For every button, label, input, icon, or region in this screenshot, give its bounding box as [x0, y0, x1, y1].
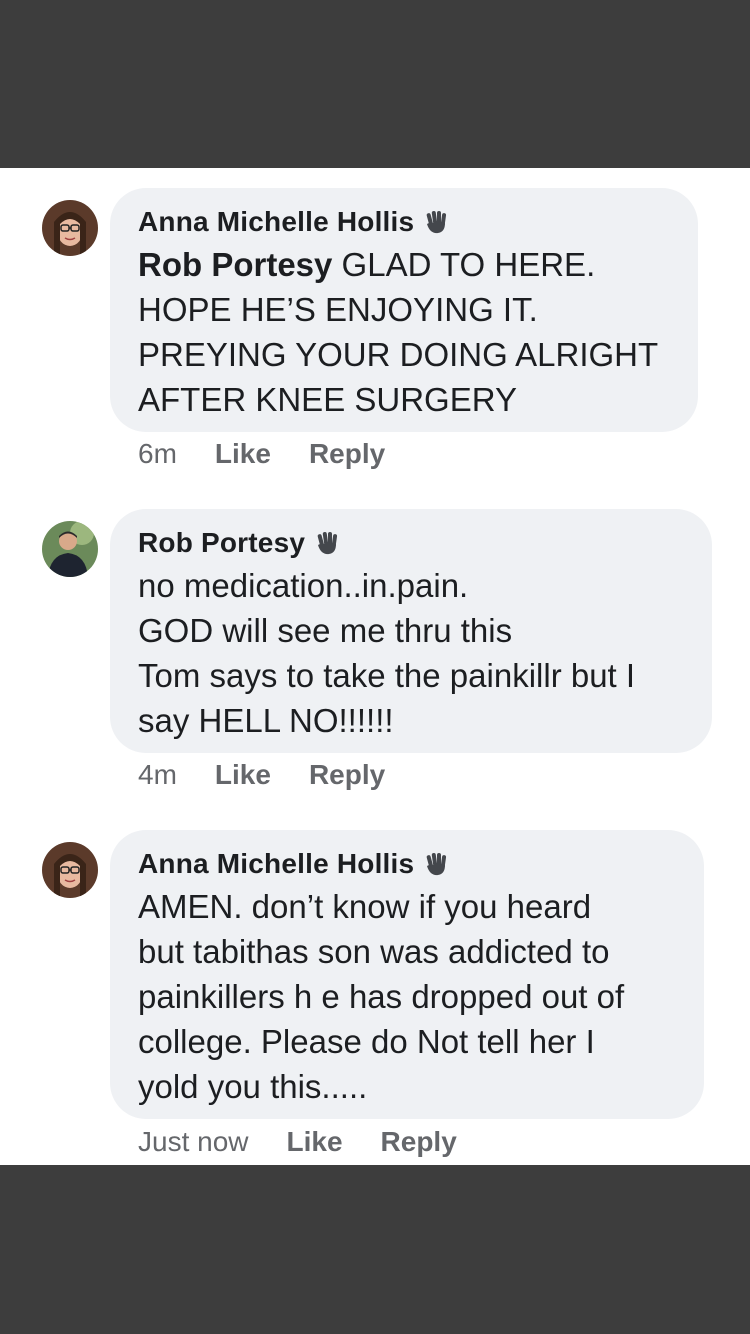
like-button[interactable]: Like	[215, 438, 271, 470]
comment-time[interactable]: 6m	[138, 438, 177, 470]
comment-line: GLAD TO HERE.	[332, 246, 596, 283]
comment-line: AMEN. don’t know if you heard	[138, 888, 592, 925]
reply-button[interactable]: Reply	[309, 759, 385, 791]
comment-line: Tom says to take the painkillr but I	[138, 657, 636, 694]
comment-time[interactable]: Just now	[138, 1126, 249, 1158]
comment-bubble: Anna Michelle Hollis AMEN. don’t know if…	[110, 830, 704, 1119]
comment-line: GOD will see me thru this	[138, 612, 513, 649]
comment-line: no medication..in.pain.	[138, 567, 469, 604]
top-dark-bar	[0, 0, 750, 168]
comment-author[interactable]: Anna Michelle Hollis	[138, 206, 414, 238]
comment-line: yold you this.....	[138, 1068, 368, 1105]
comment-text: AMEN. don’t know if you heard but tabitha…	[138, 884, 676, 1109]
wave-icon	[422, 208, 450, 236]
comment-bubble: Rob Portesy no medication..in.pain. GOD w…	[110, 509, 712, 753]
comment-actions: 4m Like Reply	[138, 759, 423, 791]
comment-line: HOPE HE’S ENJOYING IT.	[138, 291, 538, 328]
avatar-rob[interactable]	[42, 521, 98, 577]
comment-line: painkillers h e has dropped out of	[138, 978, 625, 1015]
comment-bubble: Anna Michelle Hollis Rob Portesy GLAD TO…	[110, 188, 698, 432]
like-button[interactable]: Like	[287, 1126, 343, 1158]
comment-line: college. Please do Not tell her I	[138, 1023, 595, 1060]
comment-author[interactable]: Anna Michelle Hollis	[138, 848, 414, 880]
comment-actions: Just now Like Reply	[138, 1126, 495, 1158]
wave-icon	[313, 529, 341, 557]
comments-panel: Anna Michelle Hollis Rob Portesy GLAD TO…	[0, 168, 750, 1165]
avatar-anna[interactable]	[42, 200, 98, 256]
comment-author[interactable]: Rob Portesy	[138, 527, 305, 559]
wave-icon	[422, 850, 450, 878]
bottom-dark-bar	[0, 1165, 750, 1334]
comment-actions: 6m Like Reply	[138, 438, 423, 470]
comment-text: no medication..in.pain. GOD will see me t…	[138, 563, 684, 743]
comment-line: AFTER KNEE SURGERY	[138, 381, 517, 418]
avatar-anna[interactable]	[42, 842, 98, 898]
reply-button[interactable]: Reply	[309, 438, 385, 470]
reply-button[interactable]: Reply	[381, 1126, 457, 1158]
mention-link[interactable]: Rob Portesy	[138, 246, 332, 283]
comment-line: say HELL NO!!!!!!	[138, 702, 394, 739]
comment-line: but tabithas son was addicted to	[138, 933, 610, 970]
comment-line: PREYING YOUR DOING ALRIGHT	[138, 336, 659, 373]
comment-time[interactable]: 4m	[138, 759, 177, 791]
like-button[interactable]: Like	[215, 759, 271, 791]
comment-text: Rob Portesy GLAD TO HERE. HOPE HE’S ENJOY…	[138, 242, 670, 422]
